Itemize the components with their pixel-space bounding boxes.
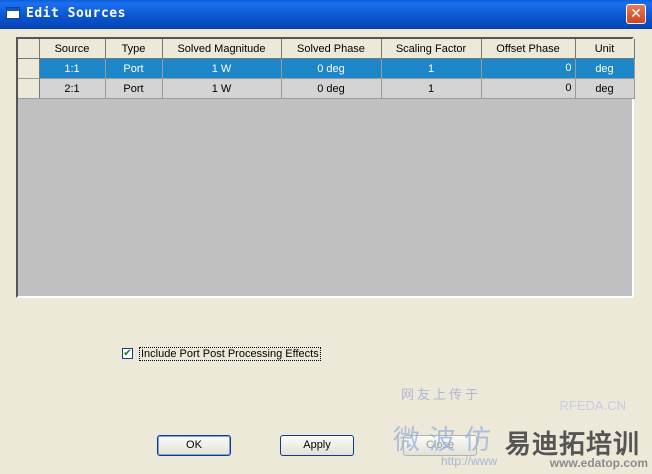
solved-phase-cell[interactable]: 0 deg [281,78,382,99]
include-post-processing-checkbox[interactable]: ✔ [122,348,133,359]
column-header-solved-magnitude[interactable]: Solved Magnitude [162,39,282,59]
title-bar[interactable]: Edit Sources ✕ [0,0,652,29]
sources-table: Source Type Solved Magnitude Solved Phas… [18,39,635,99]
column-header-solved-phase[interactable]: Solved Phase [281,39,382,59]
watermark-url-1: http://www [441,454,498,468]
close-window-button[interactable]: ✕ [626,4,646,24]
type-cell[interactable]: Port [105,58,163,79]
scaling-factor-cell[interactable]: 1 [381,78,482,99]
apply-button[interactable]: Apply [280,435,354,456]
row-header[interactable] [18,78,40,99]
watermark-rfeda-text: RFEDA.CN [559,398,626,413]
include-post-processing-label[interactable]: Include Port Post Processing Effects [139,347,321,361]
window-icon [6,7,20,19]
offset-phase-cell[interactable]: 0 [481,58,576,79]
window-title: Edit Sources [26,6,126,21]
unit-cell[interactable]: deg [575,58,635,79]
watermark-url-2: www.edatop.com [549,456,648,470]
column-header-offset-phase[interactable]: Offset Phase [481,39,576,59]
row-header[interactable] [18,58,40,79]
solved-magnitude-cell[interactable]: 1 W [162,78,282,99]
offset-phase-value: 0 [565,82,572,94]
unit-cell[interactable]: deg [575,78,635,99]
solved-phase-cell[interactable]: 0 deg [281,58,382,79]
corner-header[interactable] [18,39,40,59]
column-header-unit[interactable]: Unit [575,39,635,59]
watermark: 网友上传于 RFEDA.CN 微 波 仿 易迪拓培训 http://www ww… [385,378,652,474]
column-header-scaling-factor[interactable]: Scaling Factor [381,39,482,59]
close-button[interactable]: Close [403,435,477,456]
column-header-source[interactable]: Source [39,39,106,59]
type-cell[interactable]: Port [105,78,163,99]
source-cell[interactable]: 1:1 [39,58,106,79]
table-row[interactable]: 2:1 Port 1 W 0 deg 1 0 deg [18,78,635,99]
scaling-factor-cell[interactable]: 1 [381,58,482,79]
offset-phase-value: 0 [565,62,572,74]
sources-grid[interactable]: Source Type Solved Magnitude Solved Phas… [16,37,635,298]
watermark-big-text-2: 易迪拓培训 [505,430,641,460]
offset-phase-cell[interactable]: 0 [481,78,576,99]
solved-magnitude-cell[interactable]: 1 W [162,58,282,79]
source-cell[interactable]: 2:1 [39,78,106,99]
table-header-row: Source Type Solved Magnitude Solved Phas… [18,39,635,59]
watermark-top-text: 网友上传于 [401,387,482,402]
table-row[interactable]: 1:1 Port 1 W 0 deg 1 0 deg [18,58,635,79]
ok-button[interactable]: OK [157,435,231,456]
column-header-type[interactable]: Type [105,39,163,59]
